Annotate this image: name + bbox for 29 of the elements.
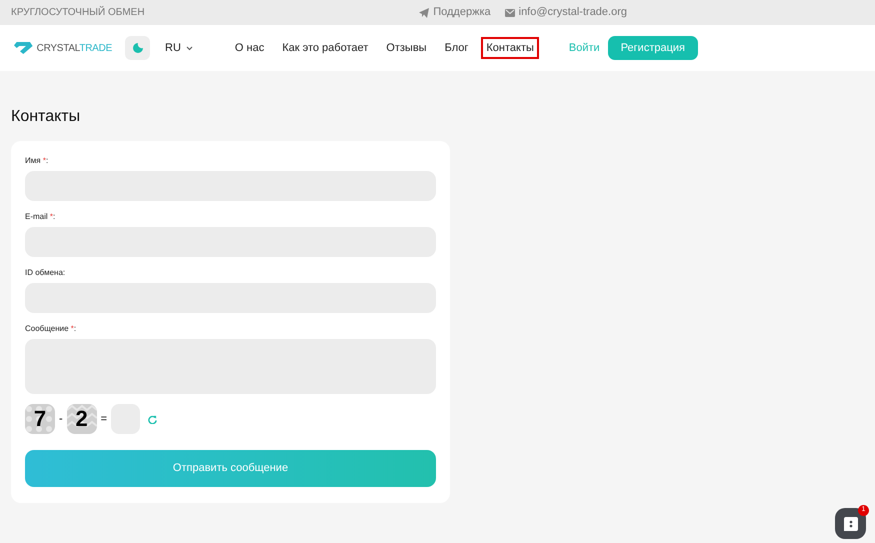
tagline: КРУГЛОСУТОЧНЫЙ ОБМЕН [11,5,145,20]
field-label: Имя *: [25,155,50,166]
logo-text: CRYSTAL [36,42,80,54]
nav-link[interactable]: Как это работает [277,36,374,60]
email-link[interactable]: info@crystal-trade.org [518,4,627,21]
logo-text: TRADE [79,42,112,54]
language-select[interactable]: RU [165,40,193,56]
field-label: ID обмена: [25,267,66,278]
nav-link[interactable]: О нас [230,36,270,60]
page-title: Контакты [11,107,82,127]
equals-sign: = [100,412,108,427]
chat-bubble-icon [842,516,858,532]
theme-toggle-button[interactable] [125,36,150,60]
nav-link[interactable]: Отзывы [381,36,432,60]
field-label: Сообщение *: [25,323,78,334]
mail-icon [504,8,515,16]
field-label: E-mail *: [25,211,56,222]
support-link[interactable]: Поддержка [433,4,491,21]
chat-button[interactable] [835,508,866,539]
nav-link[interactable]: Блог [440,36,474,60]
chevron-down-icon [186,46,193,50]
captcha-digit: 2 [66,404,97,434]
nav-link[interactable]: Контакты [481,36,539,60]
moon-icon [132,43,142,53]
captcha-digit: 7 [25,404,55,434]
minus-sign: - [59,412,63,427]
paper-plane-icon [419,8,430,18]
refresh-icon[interactable] [148,414,158,424]
diamond-logo-icon [14,39,33,57]
